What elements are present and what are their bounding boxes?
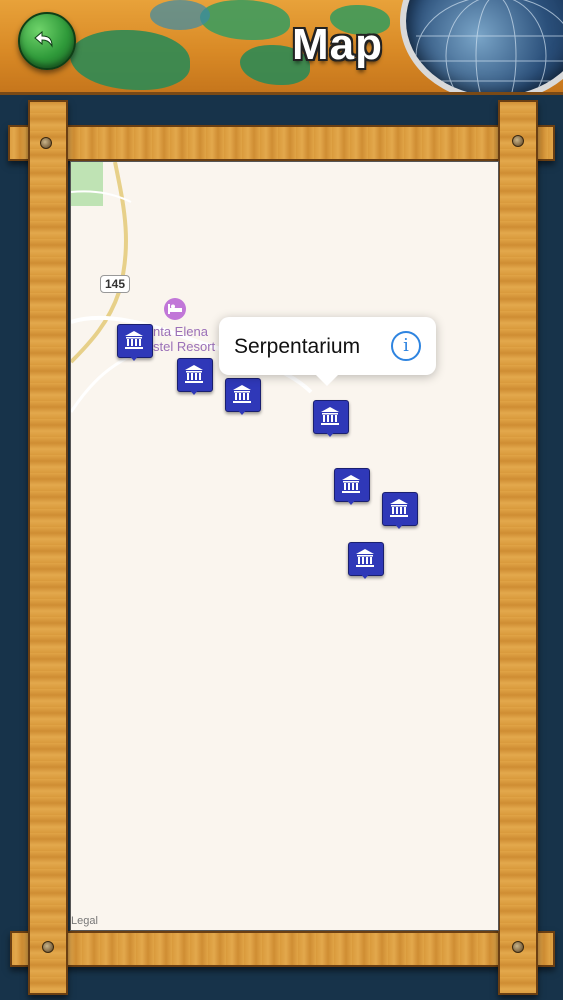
hotel-marker[interactable] xyxy=(164,298,186,320)
frame-plank-bottom xyxy=(10,931,555,967)
callout-arrow xyxy=(315,374,339,386)
page-title: Map xyxy=(292,20,383,69)
museum-icon xyxy=(390,499,408,517)
legal-link[interactable]: Legal xyxy=(71,915,98,927)
museum-icon xyxy=(185,365,203,383)
world-map-decoration xyxy=(150,0,210,30)
museum-icon xyxy=(125,331,143,349)
nail xyxy=(512,941,524,953)
museum-icon xyxy=(342,475,360,493)
info-icon[interactable]: i xyxy=(391,331,421,361)
hotel-label: nta Elena stel Resort xyxy=(153,324,216,354)
back-button[interactable] xyxy=(18,12,76,70)
museum-pin[interactable] xyxy=(382,492,418,530)
museum-pin[interactable] xyxy=(117,324,153,362)
world-map-decoration xyxy=(70,30,190,90)
nail xyxy=(40,137,52,149)
map-roads xyxy=(71,162,313,413)
back-arrow-icon xyxy=(34,30,53,48)
museum-pin[interactable] xyxy=(225,378,261,416)
route-shield: 145 xyxy=(100,275,131,293)
pin-callout[interactable]: Serpentarium i xyxy=(219,317,436,386)
frame-plank-right xyxy=(498,100,538,995)
callout-title: Serpentarium xyxy=(234,335,361,358)
museum-icon xyxy=(233,385,251,403)
frame-plank-left xyxy=(28,100,68,995)
museum-icon xyxy=(356,549,374,567)
nail xyxy=(42,941,54,953)
nail xyxy=(512,135,524,147)
globe-icon xyxy=(400,0,563,92)
frame-plank-top xyxy=(8,125,555,161)
bed-icon xyxy=(168,304,182,314)
museum-pin-selected[interactable] xyxy=(313,400,349,438)
app-header: Map xyxy=(0,0,563,95)
museum-pin[interactable] xyxy=(334,468,370,506)
museum-icon xyxy=(321,407,339,425)
museum-pin[interactable] xyxy=(177,358,213,396)
museum-pin[interactable] xyxy=(348,542,384,580)
map-view[interactable]: 145 nta Elena stel Resort Serpentarium i… xyxy=(70,161,499,931)
world-map-decoration xyxy=(200,0,290,40)
